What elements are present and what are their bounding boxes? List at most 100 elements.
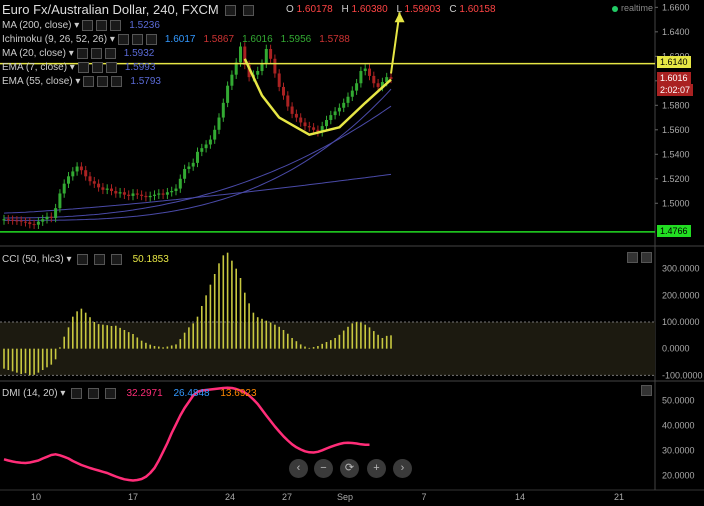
- candle-body: [273, 58, 277, 74]
- cci-bar: [93, 322, 96, 349]
- zoom-in-button[interactable]: +: [367, 459, 386, 478]
- settings-icon[interactable]: [76, 48, 88, 59]
- cci-bar: [183, 332, 186, 349]
- cci-bar: [201, 306, 203, 349]
- cci-bar: [342, 330, 345, 349]
- cci-bar: [360, 322, 362, 349]
- dmi-label[interactable]: DMI (14, 20): [2, 388, 58, 399]
- visibility-icon[interactable]: [97, 76, 109, 87]
- close-icon[interactable]: [104, 48, 116, 59]
- ohlc-c-key: C: [449, 4, 457, 15]
- visibility-icon[interactable]: [91, 62, 103, 73]
- candle-body: [299, 117, 303, 123]
- cci-bar: [231, 260, 233, 349]
- indicator-value: 1.5788: [319, 34, 350, 46]
- candle-body: [58, 193, 62, 209]
- indicator-value: 1.6017: [164, 34, 196, 46]
- cci-bar: [334, 338, 336, 349]
- cci-bar: [287, 333, 289, 349]
- candle-body: [204, 144, 208, 149]
- cci-bar: [338, 334, 341, 349]
- candle-body: [32, 224, 36, 226]
- cci-bar: [80, 308, 83, 349]
- indicator-label[interactable]: Ichimoku (9, 26, 52, 26): [2, 34, 107, 45]
- close-icon[interactable]: [110, 20, 122, 31]
- y-tick-label: 1.5600: [662, 125, 690, 135]
- cci-tick-label: -100.0000: [662, 370, 703, 380]
- cci-bar: [274, 324, 276, 349]
- dmi-visibility-icon[interactable]: [87, 388, 99, 399]
- indicator-label[interactable]: EMA (55, close): [2, 76, 73, 87]
- cci-bar: [29, 348, 31, 376]
- close-icon[interactable]: [145, 34, 157, 45]
- ohlc-h-value: 1.60380: [351, 4, 388, 15]
- y-tick-label: 1.5400: [662, 149, 690, 159]
- cci-bar: [218, 263, 220, 349]
- cci-pane-up-icon[interactable]: [627, 252, 638, 263]
- ohlc-o-key: O: [286, 4, 294, 15]
- candle-body: [45, 216, 49, 220]
- cci-bar: [102, 324, 104, 349]
- cci-bar: [248, 303, 250, 349]
- y-tick-label: 1.5800: [662, 100, 690, 110]
- realtime-label: realtime: [621, 3, 654, 13]
- cci-bar: [351, 323, 354, 349]
- cci-bar: [50, 348, 53, 365]
- chevron-down-icon[interactable]: ▾: [67, 62, 75, 73]
- indicator-row: MA (200, close) ▾ 1.5236: [2, 20, 160, 31]
- visibility-icon[interactable]: [96, 20, 108, 31]
- candle-body: [118, 192, 122, 194]
- reset-chart-button[interactable]: ⟳: [340, 459, 359, 478]
- cci-bar: [308, 347, 311, 349]
- visibility-icon[interactable]: [90, 48, 102, 59]
- cci-settings-icon[interactable]: [77, 254, 89, 265]
- settings-icon[interactable]: [225, 5, 237, 17]
- indicator-label[interactable]: MA (200, close): [2, 20, 71, 31]
- chevron-down-icon[interactable]: ▾: [73, 76, 80, 87]
- cci-pane-down-icon[interactable]: [641, 252, 652, 263]
- candle-body: [122, 192, 126, 195]
- cci-bar: [304, 346, 306, 349]
- candle-body: [230, 74, 234, 86]
- chevron-down-icon[interactable]: ▾: [71, 20, 79, 31]
- indicator-value: 1.5793: [130, 76, 161, 88]
- dmi-tick-label: 20.0000: [662, 471, 695, 481]
- cci-bar: [317, 346, 319, 349]
- candle-body: [24, 221, 27, 223]
- cci-visibility-icon[interactable]: [94, 254, 106, 265]
- settings-icon[interactable]: [82, 20, 94, 31]
- candle-body: [174, 188, 178, 192]
- candle-body: [226, 85, 230, 103]
- visibility-icon[interactable]: [131, 34, 143, 45]
- indicator-label[interactable]: MA (20, close): [2, 48, 66, 59]
- chevron-down-icon[interactable]: ▾: [107, 34, 115, 45]
- settings-icon[interactable]: [77, 62, 89, 73]
- candle-body: [170, 191, 174, 193]
- dmi-settings-icon[interactable]: [71, 388, 83, 399]
- cci-bar: [239, 278, 242, 349]
- scroll-right-button[interactable]: ›: [393, 459, 412, 478]
- close-icon[interactable]: [111, 76, 123, 87]
- chevron-down-icon[interactable]: ▾: [66, 48, 74, 59]
- cci-close-icon[interactable]: [110, 254, 122, 265]
- cci-bar: [153, 346, 156, 349]
- dmi-close-icon[interactable]: [104, 388, 116, 399]
- close-icon[interactable]: [105, 62, 117, 73]
- cci-bar: [261, 318, 263, 349]
- scroll-left-button[interactable]: ‹: [289, 459, 308, 478]
- settings-icon[interactable]: [83, 76, 95, 87]
- candle-body: [110, 188, 113, 192]
- zoom-out-button[interactable]: −: [314, 459, 333, 478]
- y-tick-label: 1.6600: [662, 2, 690, 12]
- cci-label[interactable]: CCI (50, hlc3): [2, 254, 64, 265]
- cci-bar: [106, 325, 108, 349]
- indicator-label[interactable]: EMA (7, close): [2, 62, 67, 73]
- visibility-icon[interactable]: [243, 5, 254, 17]
- cci-bar: [11, 348, 14, 372]
- candle-body: [127, 194, 131, 196]
- settings-icon[interactable]: [117, 34, 129, 45]
- ohlc-h-key: H: [341, 4, 349, 15]
- candle-body: [307, 126, 311, 128]
- cci-bar: [373, 331, 375, 349]
- dmi-pane-up-icon[interactable]: [641, 385, 652, 396]
